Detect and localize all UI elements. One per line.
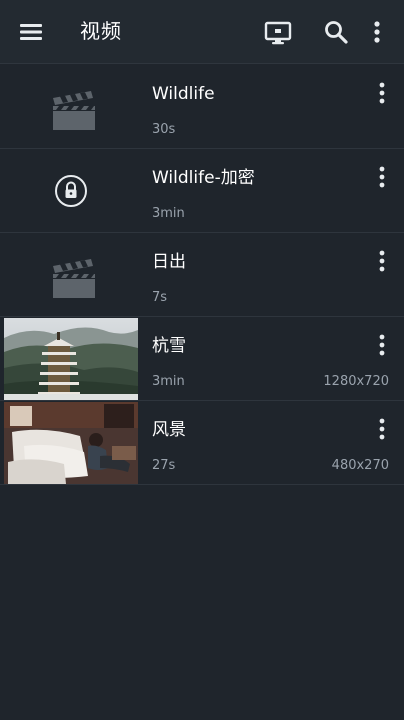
video-title: 风景	[152, 420, 186, 440]
video-title: Wildlife	[152, 84, 215, 104]
more-vertical-icon[interactable]	[372, 79, 392, 107]
page-title: 视频	[80, 19, 122, 43]
video-resolution: 1280x720	[323, 374, 389, 389]
hamburger-menu-icon[interactable]	[18, 19, 46, 45]
more-vertical-icon[interactable]	[372, 415, 392, 443]
video-duration: 3min	[152, 206, 185, 221]
list-item[interactable]: 日出 7s	[0, 233, 404, 317]
video-duration: 30s	[152, 122, 176, 137]
list-item[interactable]: 风景 27s 480x270	[0, 401, 404, 485]
more-vertical-icon[interactable]	[372, 331, 392, 359]
video-thumbnail	[4, 150, 138, 232]
video-title: 日出	[152, 252, 186, 272]
list-item[interactable]: Wildlife-加密 3min	[0, 149, 404, 233]
cast-screen-icon[interactable]	[262, 16, 294, 48]
video-title: 杭雪	[152, 336, 186, 356]
video-duration: 27s	[152, 458, 176, 473]
app-bar: 视频	[0, 0, 404, 64]
search-icon[interactable]	[320, 16, 352, 48]
video-duration: 7s	[152, 290, 168, 305]
video-thumbnail	[4, 402, 138, 484]
list-item[interactable]: 杭雪 3min 1280x720	[0, 317, 404, 401]
pagoda-snow-thumbnail	[4, 318, 138, 400]
list-item[interactable]: Wildlife 30s	[0, 65, 404, 149]
clapperboard-icon	[53, 91, 95, 130]
video-list: Wildlife 30s Wildlife-加密 3min 日出 7s 杭雪 3…	[0, 65, 404, 485]
video-resolution: 480x270	[331, 458, 389, 473]
living-room-thumbnail	[4, 402, 138, 484]
more-vertical-icon[interactable]	[372, 247, 392, 275]
more-vertical-icon[interactable]	[372, 163, 392, 191]
video-title: Wildlife-加密	[152, 168, 255, 188]
video-thumbnail	[4, 318, 138, 400]
video-duration: 3min	[152, 374, 185, 389]
more-vertical-icon[interactable]	[361, 16, 393, 48]
video-thumbnail	[4, 66, 138, 148]
lock-icon	[55, 175, 87, 207]
video-thumbnail	[4, 234, 138, 316]
clapperboard-icon	[53, 259, 95, 298]
